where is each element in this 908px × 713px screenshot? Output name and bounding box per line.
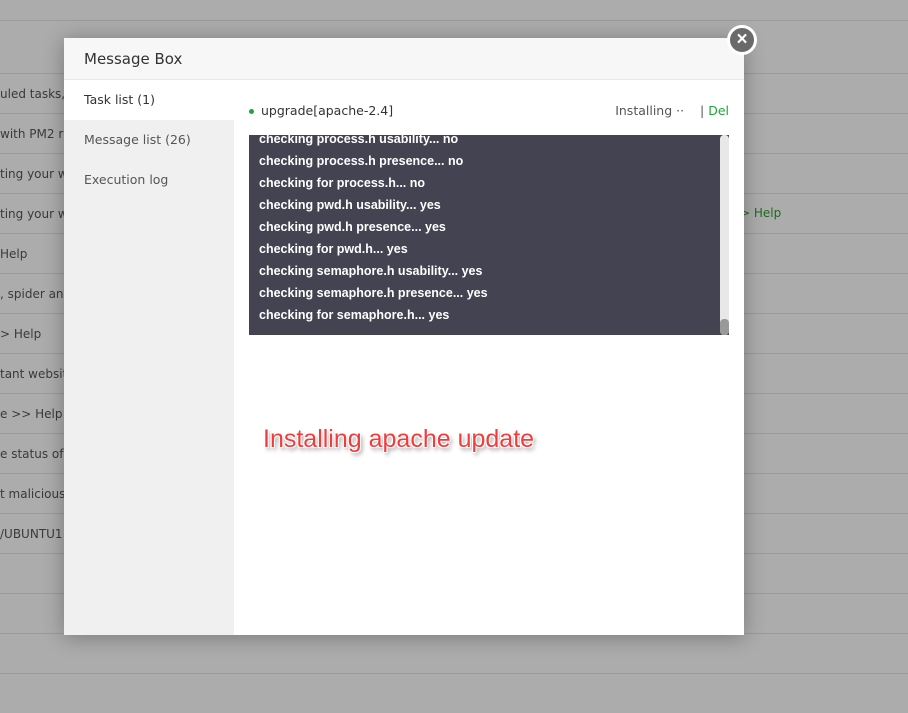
task-status: Installing ·· [615, 103, 685, 118]
log-line: checking pwd.h usability... yes [259, 198, 441, 212]
message-box-dialog: Message Box Task list (1) Message list (… [64, 38, 744, 635]
dialog-title: Message Box [64, 38, 744, 80]
log-line: checking process.h presence... no [259, 154, 464, 168]
dialog-sidebar: Task list (1) Message list (26) Executio… [64, 80, 234, 635]
bg-row [0, 673, 908, 713]
log-line: checking semaphore.h usability... yes [259, 264, 483, 278]
log-line: checking semaphore.h presence... yes [259, 286, 488, 300]
close-icon[interactable]: × [727, 25, 757, 55]
tab-execution-log[interactable]: Execution log [64, 160, 234, 200]
task-name: upgrade[apache-2.4] [261, 103, 394, 118]
log-line: checking process.h usability... no [259, 135, 459, 146]
log-line: checking for semaphore.h... yes [259, 308, 450, 322]
separator: | [700, 103, 705, 118]
install-log-console[interactable]: checking process.h usability... no check… [249, 135, 729, 335]
delete-task-link[interactable]: Del [708, 103, 729, 118]
bg-help-link-right[interactable]: > Help [740, 203, 781, 223]
scrollbar-thumb[interactable] [720, 319, 729, 335]
log-scrollbar[interactable] [720, 135, 729, 335]
task-item: upgrade[apache-2.4] Installing ·· | Del [249, 100, 729, 122]
status-dot-icon [249, 109, 254, 114]
bg-row [0, 633, 908, 673]
tab-message-list[interactable]: Message list (26) [64, 120, 234, 160]
annotation-caption: Installing apache update [263, 425, 535, 453]
log-line: checking for process.h... no [259, 176, 426, 190]
log-line: checking for pwd.h... yes [259, 242, 408, 256]
tab-task-list[interactable]: Task list (1) [64, 80, 234, 120]
log-line: checking pwd.h presence... yes [259, 220, 446, 234]
